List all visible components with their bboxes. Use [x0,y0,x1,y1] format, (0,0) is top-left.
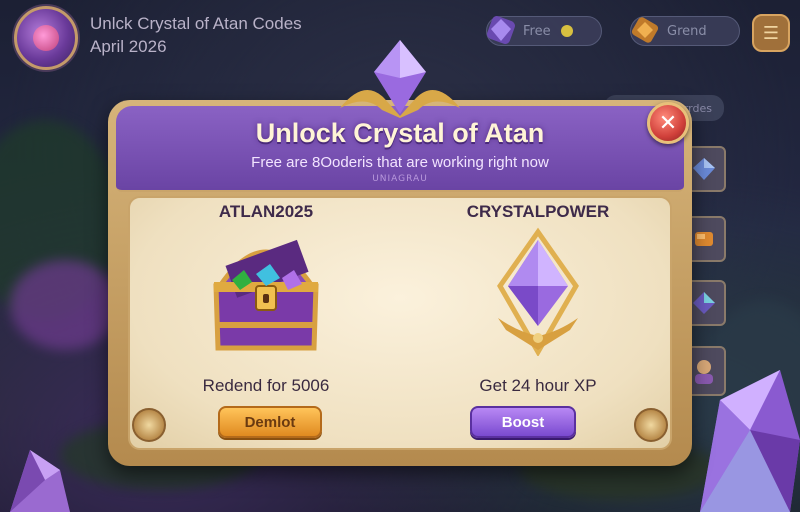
header-title-line-1: Unlck Crystal of Atan Codes [90,14,302,33]
currency-free-pill[interactable]: Free [486,16,602,46]
teal-gem-icon [693,292,715,314]
dialog-tag: UNIAGRAU [372,174,428,184]
close-icon: ✕ [658,110,678,136]
background-foliage [10,260,120,350]
header-crystal-icon [340,40,460,118]
dialog-header: Unlock Crystal of Atan Free are 8Ooderis… [116,106,684,192]
dialog-subtitle: Free are 8Ooderis that are working right… [251,154,549,171]
chest-gem-icon [631,17,659,43]
currency-grend-label: Grend [667,23,707,39]
coin-icon [560,25,573,37]
orange-gem-icon [695,232,713,246]
character-portrait-icon [695,360,713,384]
currency-free-label: Free [523,23,551,39]
code-card-crystalpower: CRYSTALPOWER Get 24 hour XP Boost [402,198,674,452]
foreground-crystal-left [10,450,70,512]
close-button[interactable]: ✕ [647,102,689,144]
currency-grend-pill[interactable]: Grend [630,16,740,46]
code-label: ATLAN2025 [218,202,314,221]
codes-dialog: Unlock Crystal of Atan Free are 8Ooderis… [108,100,692,466]
dialog-body: ATLAN2025 Redend for 5006 Demlot CRYSTAL… [128,196,672,450]
treasure-chest-icon [213,239,319,351]
avatar-emblem-icon [33,25,59,51]
gem-icon [487,16,515,44]
player-avatar[interactable] [14,6,78,70]
purple-crystal-icon [497,227,579,356]
code-card-atlan: ATLAN2025 Redend for 5006 Demlot [130,198,402,452]
reward-description: Get 24 hour XP [479,376,597,395]
reward-description: Redend for 5006 [202,376,330,395]
redeem-button[interactable]: Demlot [218,406,322,438]
page-header-title: Unlck Crystal of Atan Codes April 2026 [90,12,302,58]
boost-button[interactable]: Boost [470,406,576,438]
corner-ornament-right-icon[interactable] [634,408,668,442]
blue-gem-icon [693,158,715,180]
code-label: CRYSTALPOWER [466,202,610,221]
corner-ornament-left-icon[interactable] [132,408,166,442]
header-title-line-2: April 2026 [90,37,167,56]
dialog-title: Unlock Crystal of Atan [255,118,545,148]
hamburger-menu-icon[interactable]: ☰ [752,14,790,52]
